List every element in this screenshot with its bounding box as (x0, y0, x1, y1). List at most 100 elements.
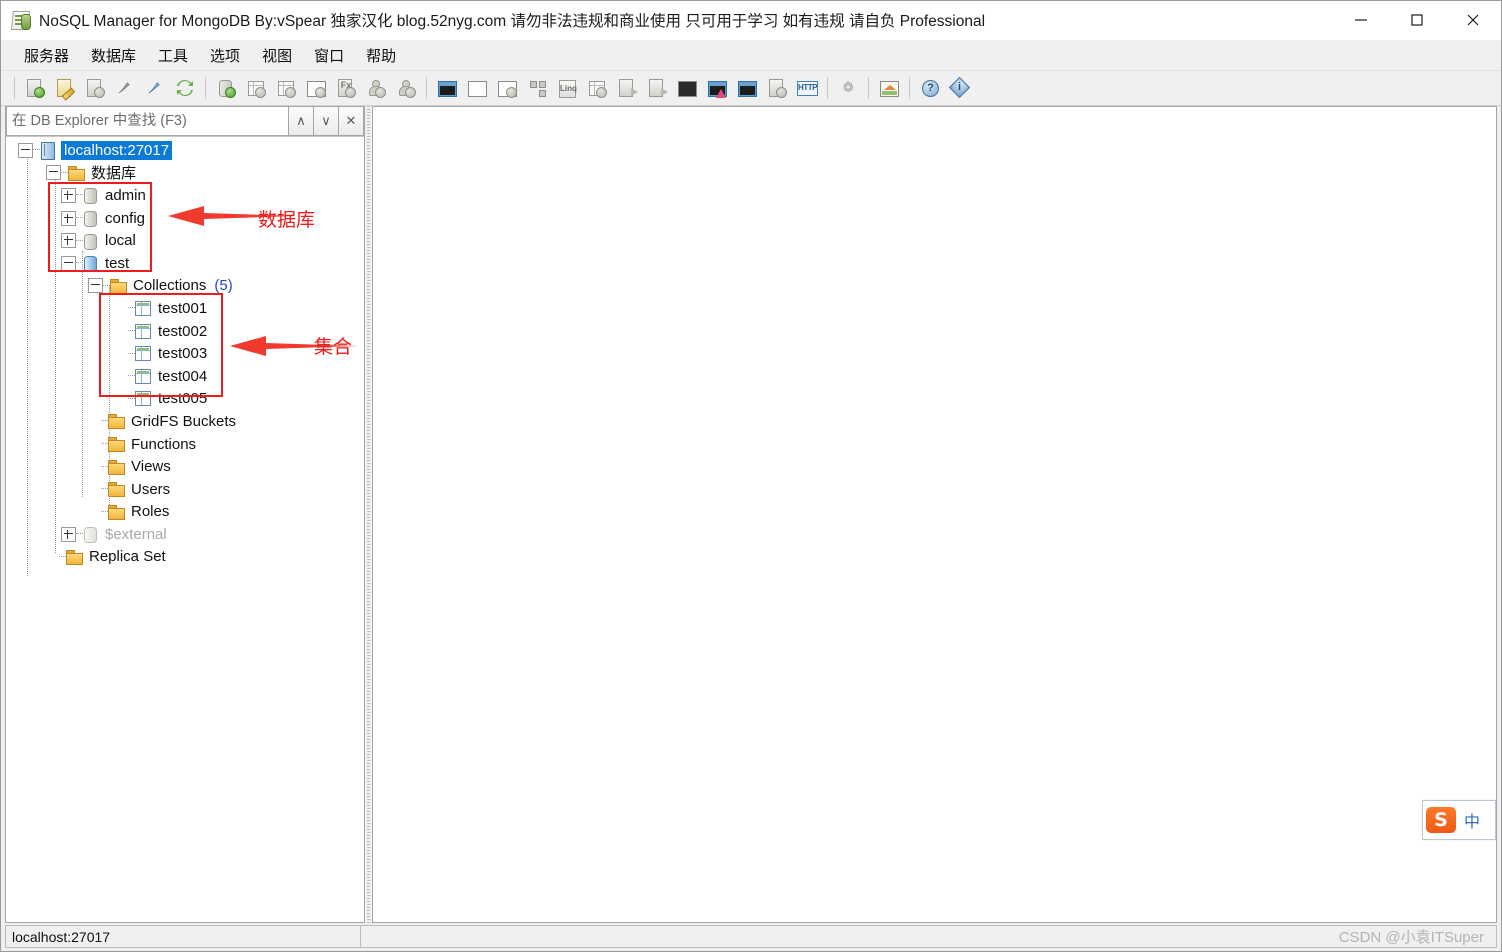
tree-node-collection[interactable]: test001 (6, 297, 364, 320)
tree-line (101, 420, 108, 422)
folder-icon (108, 482, 125, 498)
splitter-grip[interactable] (367, 106, 370, 923)
tree-node-collections-folder[interactable]: Collections (5) (6, 275, 364, 298)
help-icon[interactable]: ? (915, 74, 945, 102)
tree-node-root[interactable]: localhost:27017 (6, 139, 364, 162)
blank-window-icon[interactable] (462, 74, 492, 102)
run-script-icon[interactable] (702, 74, 732, 102)
db-explorer-tree: localhost:27017 数据库 admin config local t… (6, 137, 364, 576)
new-role-icon[interactable] (391, 74, 421, 102)
connect-icon[interactable] (140, 74, 170, 102)
panel-splitter[interactable] (365, 106, 372, 923)
new-gridfs-icon[interactable] (301, 74, 331, 102)
expander-collapse-icon[interactable] (88, 278, 103, 294)
tree-node-functions[interactable]: Functions (6, 433, 364, 456)
menu-window[interactable]: 窗口 (303, 42, 355, 69)
expander-expand-icon[interactable] (61, 210, 76, 226)
table-view-icon[interactable] (582, 74, 612, 102)
tree-line (101, 488, 108, 490)
tree-node-collection[interactable]: test005 (6, 388, 364, 411)
toolbar-separator (868, 77, 869, 99)
expander-collapse-icon[interactable] (18, 142, 33, 158)
menu-options[interactable]: 选项 (199, 42, 251, 69)
tree-node-roles[interactable]: Roles (6, 501, 364, 524)
tree-node-views[interactable]: Views (6, 455, 364, 478)
tree-node-replica-set[interactable]: Replica Set (6, 546, 364, 569)
tree-node-collection[interactable]: test002 (6, 320, 364, 343)
tree-node-users[interactable]: Users (6, 478, 364, 501)
tree-node-database-test[interactable]: test (6, 252, 364, 275)
new-view-icon[interactable] (271, 74, 301, 102)
tree-node-collection[interactable]: test003 (6, 342, 364, 365)
menu-database[interactable]: 数据库 (80, 42, 147, 69)
tree-node-label: localhost:27017 (61, 140, 173, 160)
expander-expand-icon[interactable] (61, 187, 76, 203)
tree-node-external[interactable]: $external (6, 523, 364, 546)
menu-tools[interactable]: 工具 (147, 42, 199, 69)
search-next-button[interactable]: ∨ (314, 106, 339, 136)
home-icon[interactable] (874, 74, 904, 102)
tree-node-label: test (105, 254, 130, 272)
options-gear-icon[interactable] (833, 74, 863, 102)
minimize-button[interactable] (1333, 1, 1389, 39)
tree-node-database-admin[interactable]: admin (6, 184, 364, 207)
tree-node-database-local[interactable]: local (6, 229, 364, 252)
new-function-icon[interactable]: Fx (331, 74, 361, 102)
tree-view-icon[interactable] (522, 74, 552, 102)
new-collection-icon[interactable] (241, 74, 271, 102)
close-button[interactable] (1445, 1, 1501, 39)
ime-mode-label[interactable]: 中 (1464, 808, 1480, 832)
expander-expand-icon[interactable] (61, 526, 76, 542)
watermark-label: CSDN @小袁ITSuper (1338, 929, 1484, 946)
new-database-icon[interactable] (211, 74, 241, 102)
edit-connection-icon[interactable] (50, 74, 80, 102)
tree-line (101, 510, 108, 513)
collections-count: (5) (214, 277, 233, 295)
toolbar-separator (14, 77, 15, 99)
shell-window-icon[interactable] (432, 74, 462, 102)
refresh-icon[interactable] (170, 74, 200, 102)
collection-icon (135, 300, 151, 316)
expander-collapse-icon[interactable] (46, 165, 61, 181)
expander-collapse-icon[interactable] (61, 255, 76, 271)
menu-help[interactable]: 帮助 (355, 42, 407, 69)
maximize-button[interactable] (1389, 1, 1445, 39)
tree-node-collection[interactable]: test004 (6, 365, 364, 388)
ime-floating-bar[interactable]: S 中 (1422, 800, 1496, 840)
database-icon (83, 187, 98, 205)
tree-node-gridfs-buckets[interactable]: GridFS Buckets (6, 410, 364, 433)
tree-node-label: Functions (131, 435, 197, 453)
window-gear-icon[interactable] (492, 74, 522, 102)
about-icon[interactable]: i (945, 74, 975, 102)
linq-query-icon[interactable]: Linq (552, 74, 582, 102)
new-connection-icon[interactable] (20, 74, 50, 102)
disconnect-icon[interactable] (110, 74, 140, 102)
folder-icon (110, 278, 127, 294)
search-input[interactable] (6, 106, 289, 136)
new-user-icon[interactable] (361, 74, 391, 102)
export-icon[interactable] (612, 74, 642, 102)
menu-server[interactable]: 服务器 (13, 42, 80, 69)
db-explorer-panel: ∧ ∨ ✕ localhost:27017 (5, 106, 365, 923)
query-builder-icon[interactable] (732, 74, 762, 102)
tree-node-databases-folder[interactable]: 数据库 (6, 162, 364, 185)
script-icon[interactable] (672, 74, 702, 102)
expander-expand-icon[interactable] (61, 233, 76, 249)
copy-icon[interactable] (762, 74, 792, 102)
delete-connection-icon[interactable] (80, 74, 110, 102)
tree-line (76, 533, 83, 535)
app-icon (11, 10, 31, 30)
http-icon[interactable]: HTTP (792, 74, 822, 102)
toolbar-separator (205, 77, 206, 99)
tree-node-label: admin (105, 186, 146, 204)
tree-node-database-config[interactable]: config (6, 207, 364, 230)
collection-icon (135, 346, 151, 362)
collection-icon (135, 391, 151, 407)
import-icon[interactable] (642, 74, 672, 102)
db-explorer-tree-container[interactable]: localhost:27017 数据库 admin config local t… (6, 136, 364, 922)
menu-view[interactable]: 视图 (251, 42, 303, 69)
main-content-area[interactable]: S 中 (372, 106, 1497, 923)
menu-bar: 服务器 数据库 工具 选项 视图 窗口 帮助 (1, 40, 1501, 71)
search-close-button[interactable]: ✕ (339, 106, 364, 136)
search-prev-button[interactable]: ∧ (289, 106, 314, 136)
